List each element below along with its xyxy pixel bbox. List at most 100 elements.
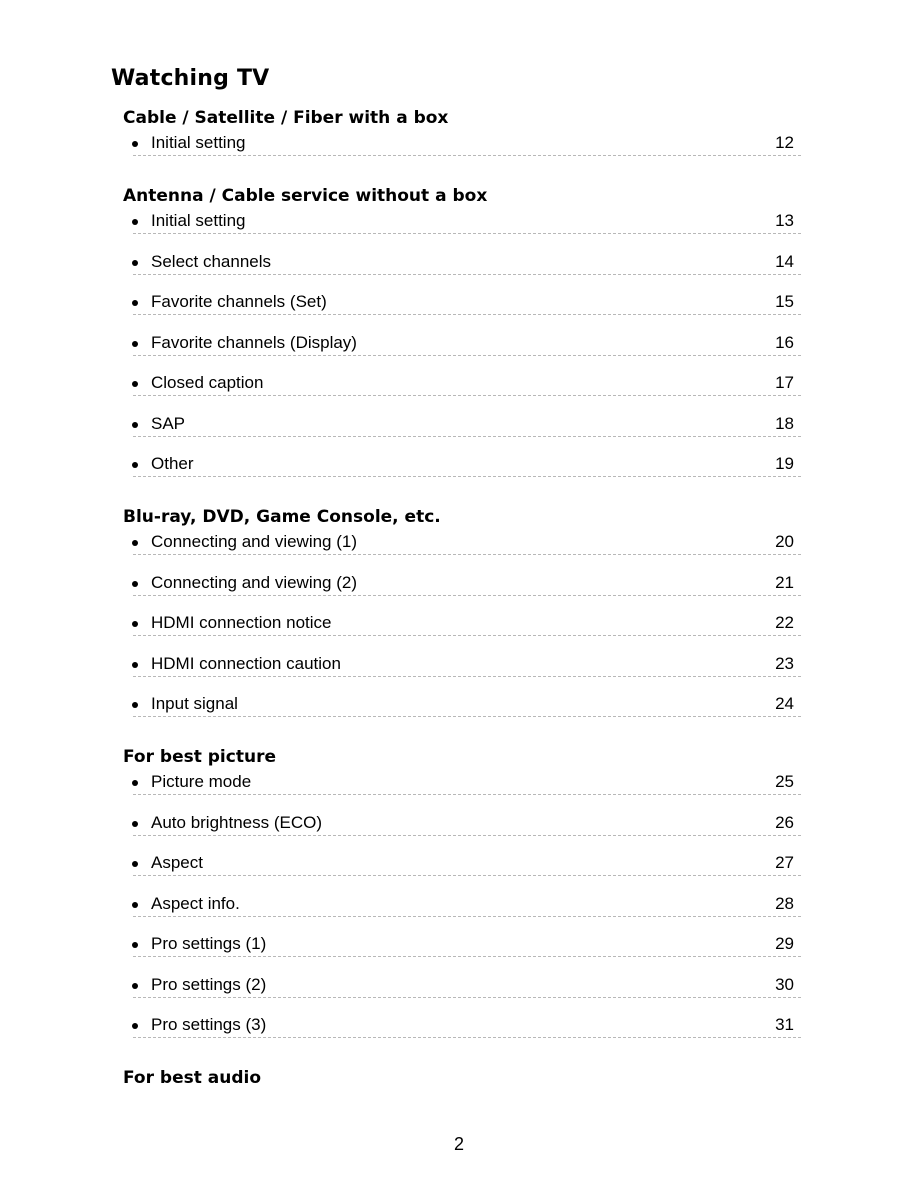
bullet-icon	[132, 141, 138, 147]
dotted-leader	[133, 675, 801, 677]
bullet-icon	[132, 901, 138, 908]
entry-page-number[interactable]: 12	[775, 132, 794, 154]
bullet-icon	[132, 462, 138, 468]
dotted-leader	[133, 314, 801, 315]
entry-label[interactable]: Favorite channels (Display)	[151, 332, 357, 354]
dotted-leader	[133, 273, 801, 275]
entry-page-number[interactable]: 30	[775, 974, 794, 996]
bullet-icon	[132, 580, 138, 587]
bullet-icon	[132, 780, 138, 786]
toc-entry[interactable]: HDMI connection caution 23	[123, 651, 801, 692]
dotted-leader	[133, 875, 801, 876]
entry-page-number[interactable]: 27	[775, 852, 794, 874]
dotted-leader	[133, 1037, 801, 1038]
bullet-icon	[132, 421, 138, 428]
entry-label[interactable]: Aspect	[151, 852, 203, 874]
bullet-icon	[132, 540, 138, 546]
toc-entry[interactable]: Input signal 24	[123, 691, 801, 732]
section-title: Antenna / Cable service without a box	[123, 186, 488, 206]
bullet-icon	[132, 820, 138, 827]
dotted-leader	[133, 915, 801, 917]
entry-label[interactable]: Connecting and viewing (1)	[151, 531, 357, 553]
entry-page-number[interactable]: 25	[775, 771, 794, 793]
toc-entry[interactable]: Pro settings (2) 30	[123, 972, 801, 1013]
entry-page-number[interactable]: 21	[775, 572, 794, 594]
dotted-leader	[133, 155, 801, 156]
toc-entry[interactable]: Connecting and viewing (2) 21	[123, 570, 801, 611]
entry-page-number[interactable]: 23	[775, 653, 794, 675]
bullet-icon	[132, 300, 138, 306]
entry-page-number[interactable]: 19	[775, 453, 794, 475]
toc-entry[interactable]: Other 19	[123, 451, 801, 492]
entry-page-number[interactable]: 18	[775, 413, 794, 435]
entry-label[interactable]: Pro settings (1)	[151, 933, 266, 955]
entry-page-number[interactable]: 20	[775, 531, 794, 553]
dotted-leader	[133, 435, 801, 437]
entry-page-number[interactable]: 15	[775, 291, 794, 313]
entry-label[interactable]: Closed caption	[151, 372, 263, 394]
bullet-icon	[132, 219, 138, 225]
toc-entry[interactable]: Pro settings (1) 29	[123, 931, 801, 972]
toc-entry[interactable]: Connecting and viewing (1) 20	[123, 529, 801, 570]
entry-page-number[interactable]: 29	[775, 933, 794, 955]
footer-page-number: 2	[453, 1134, 464, 1154]
section-title: For best audio	[123, 1068, 262, 1088]
bullet-icon	[132, 340, 138, 347]
bullet-icon	[132, 861, 138, 867]
entry-label[interactable]: Pro settings (2)	[151, 974, 266, 996]
entry-label[interactable]: Initial setting	[151, 210, 246, 232]
dotted-leader	[133, 354, 801, 356]
bullet-icon	[132, 942, 138, 948]
entry-page-number[interactable]: 24	[775, 693, 794, 715]
section-cable-satellite: Cable / Satellite / Fiber with a box Ini…	[123, 106, 801, 171]
dotted-leader	[133, 476, 801, 477]
bullet-icon	[132, 661, 138, 668]
toc-entry[interactable]: SAP 18	[123, 411, 801, 452]
dotted-leader	[133, 554, 801, 555]
section-title: Blu-ray, DVD, Game Console, etc.	[123, 507, 441, 527]
entry-page-number[interactable]: 22	[775, 612, 794, 634]
toc-entry[interactable]: Initial setting 12	[123, 130, 801, 171]
toc-entry[interactable]: Aspect info. 28	[123, 891, 801, 932]
entry-label[interactable]: HDMI connection caution	[151, 653, 341, 675]
entry-label[interactable]: Auto brightness (ECO)	[151, 812, 322, 834]
entry-page-number[interactable]: 28	[775, 893, 794, 915]
entry-page-number[interactable]: 14	[775, 251, 794, 273]
dotted-leader	[133, 794, 801, 795]
entry-label[interactable]: Aspect info.	[151, 893, 240, 915]
entry-label[interactable]: Input signal	[151, 693, 238, 715]
entry-label[interactable]: Other	[151, 453, 194, 475]
entry-label[interactable]: Initial setting	[151, 132, 246, 154]
entry-label[interactable]: Picture mode	[151, 771, 251, 793]
entry-label[interactable]: SAP	[151, 413, 185, 435]
toc-entry[interactable]: Picture mode 25	[123, 769, 801, 810]
entry-label[interactable]: Favorite channels (Set)	[151, 291, 327, 313]
toc-entry[interactable]: Initial setting 13	[123, 208, 801, 249]
entry-page-number[interactable]: 13	[775, 210, 794, 232]
bullet-icon	[132, 621, 138, 627]
toc-entry[interactable]: Closed caption 17	[123, 370, 801, 411]
entry-label[interactable]: Select channels	[151, 251, 271, 273]
toc-entry[interactable]: Auto brightness (ECO) 26	[123, 810, 801, 851]
bullet-icon	[132, 259, 138, 266]
toc-entry[interactable]: Pro settings (3) 31	[123, 1012, 801, 1053]
section-best-picture: For best picture Picture mode 25 Auto bri…	[123, 745, 801, 1053]
dotted-leader	[133, 395, 801, 396]
dotted-leader	[133, 594, 801, 596]
bullet-icon	[132, 1023, 138, 1029]
toc-entry[interactable]: Select channels 14	[123, 249, 801, 290]
toc-entry[interactable]: HDMI connection notice 22	[123, 610, 801, 651]
entry-label[interactable]: Pro settings (3)	[151, 1014, 266, 1036]
entry-label[interactable]: HDMI connection notice	[151, 612, 331, 634]
page-title: Watching TV	[111, 66, 270, 91]
entry-page-number[interactable]: 16	[775, 332, 794, 354]
entry-page-number[interactable]: 31	[775, 1014, 794, 1036]
section-title: For best picture	[123, 747, 276, 767]
entry-label[interactable]: Connecting and viewing (2)	[151, 572, 357, 594]
entry-page-number[interactable]: 17	[775, 372, 794, 394]
entry-page-number[interactable]: 26	[775, 812, 794, 834]
toc-entry[interactable]: Favorite channels (Display) 16	[123, 330, 801, 371]
toc-entry[interactable]: Aspect 27	[123, 850, 801, 891]
dotted-leader	[133, 233, 801, 234]
toc-entry[interactable]: Favorite channels (Set) 15	[123, 289, 801, 330]
